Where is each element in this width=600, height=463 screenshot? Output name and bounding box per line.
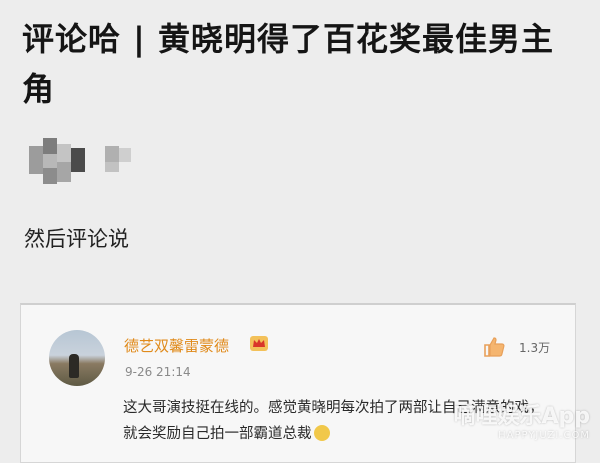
like-count: 1.3万: [519, 341, 551, 355]
commenter-avatar[interactable]: [49, 330, 105, 386]
thumbs-up-icon[interactable]: [483, 335, 507, 359]
watermark: 嘀哩娱乐App HAPPYJUZI.COM: [453, 398, 590, 441]
commenter-username[interactable]: 德艺双馨雷蒙德: [124, 335, 229, 356]
watermark-sub: HAPPYJUZI.COM: [498, 430, 590, 441]
crown-icon: [250, 336, 268, 351]
blurred-avatar: [25, 138, 135, 186]
article-title: 评论哈 | 黄晓明得了百花奖最佳男主角: [22, 20, 554, 108]
comment-timestamp: 9-26 21:14: [125, 365, 191, 379]
watermark-main: 嘀哩娱乐App: [453, 404, 590, 429]
emoji-icon: [313, 425, 330, 441]
article-body-text: 然后评论说: [24, 227, 129, 251]
